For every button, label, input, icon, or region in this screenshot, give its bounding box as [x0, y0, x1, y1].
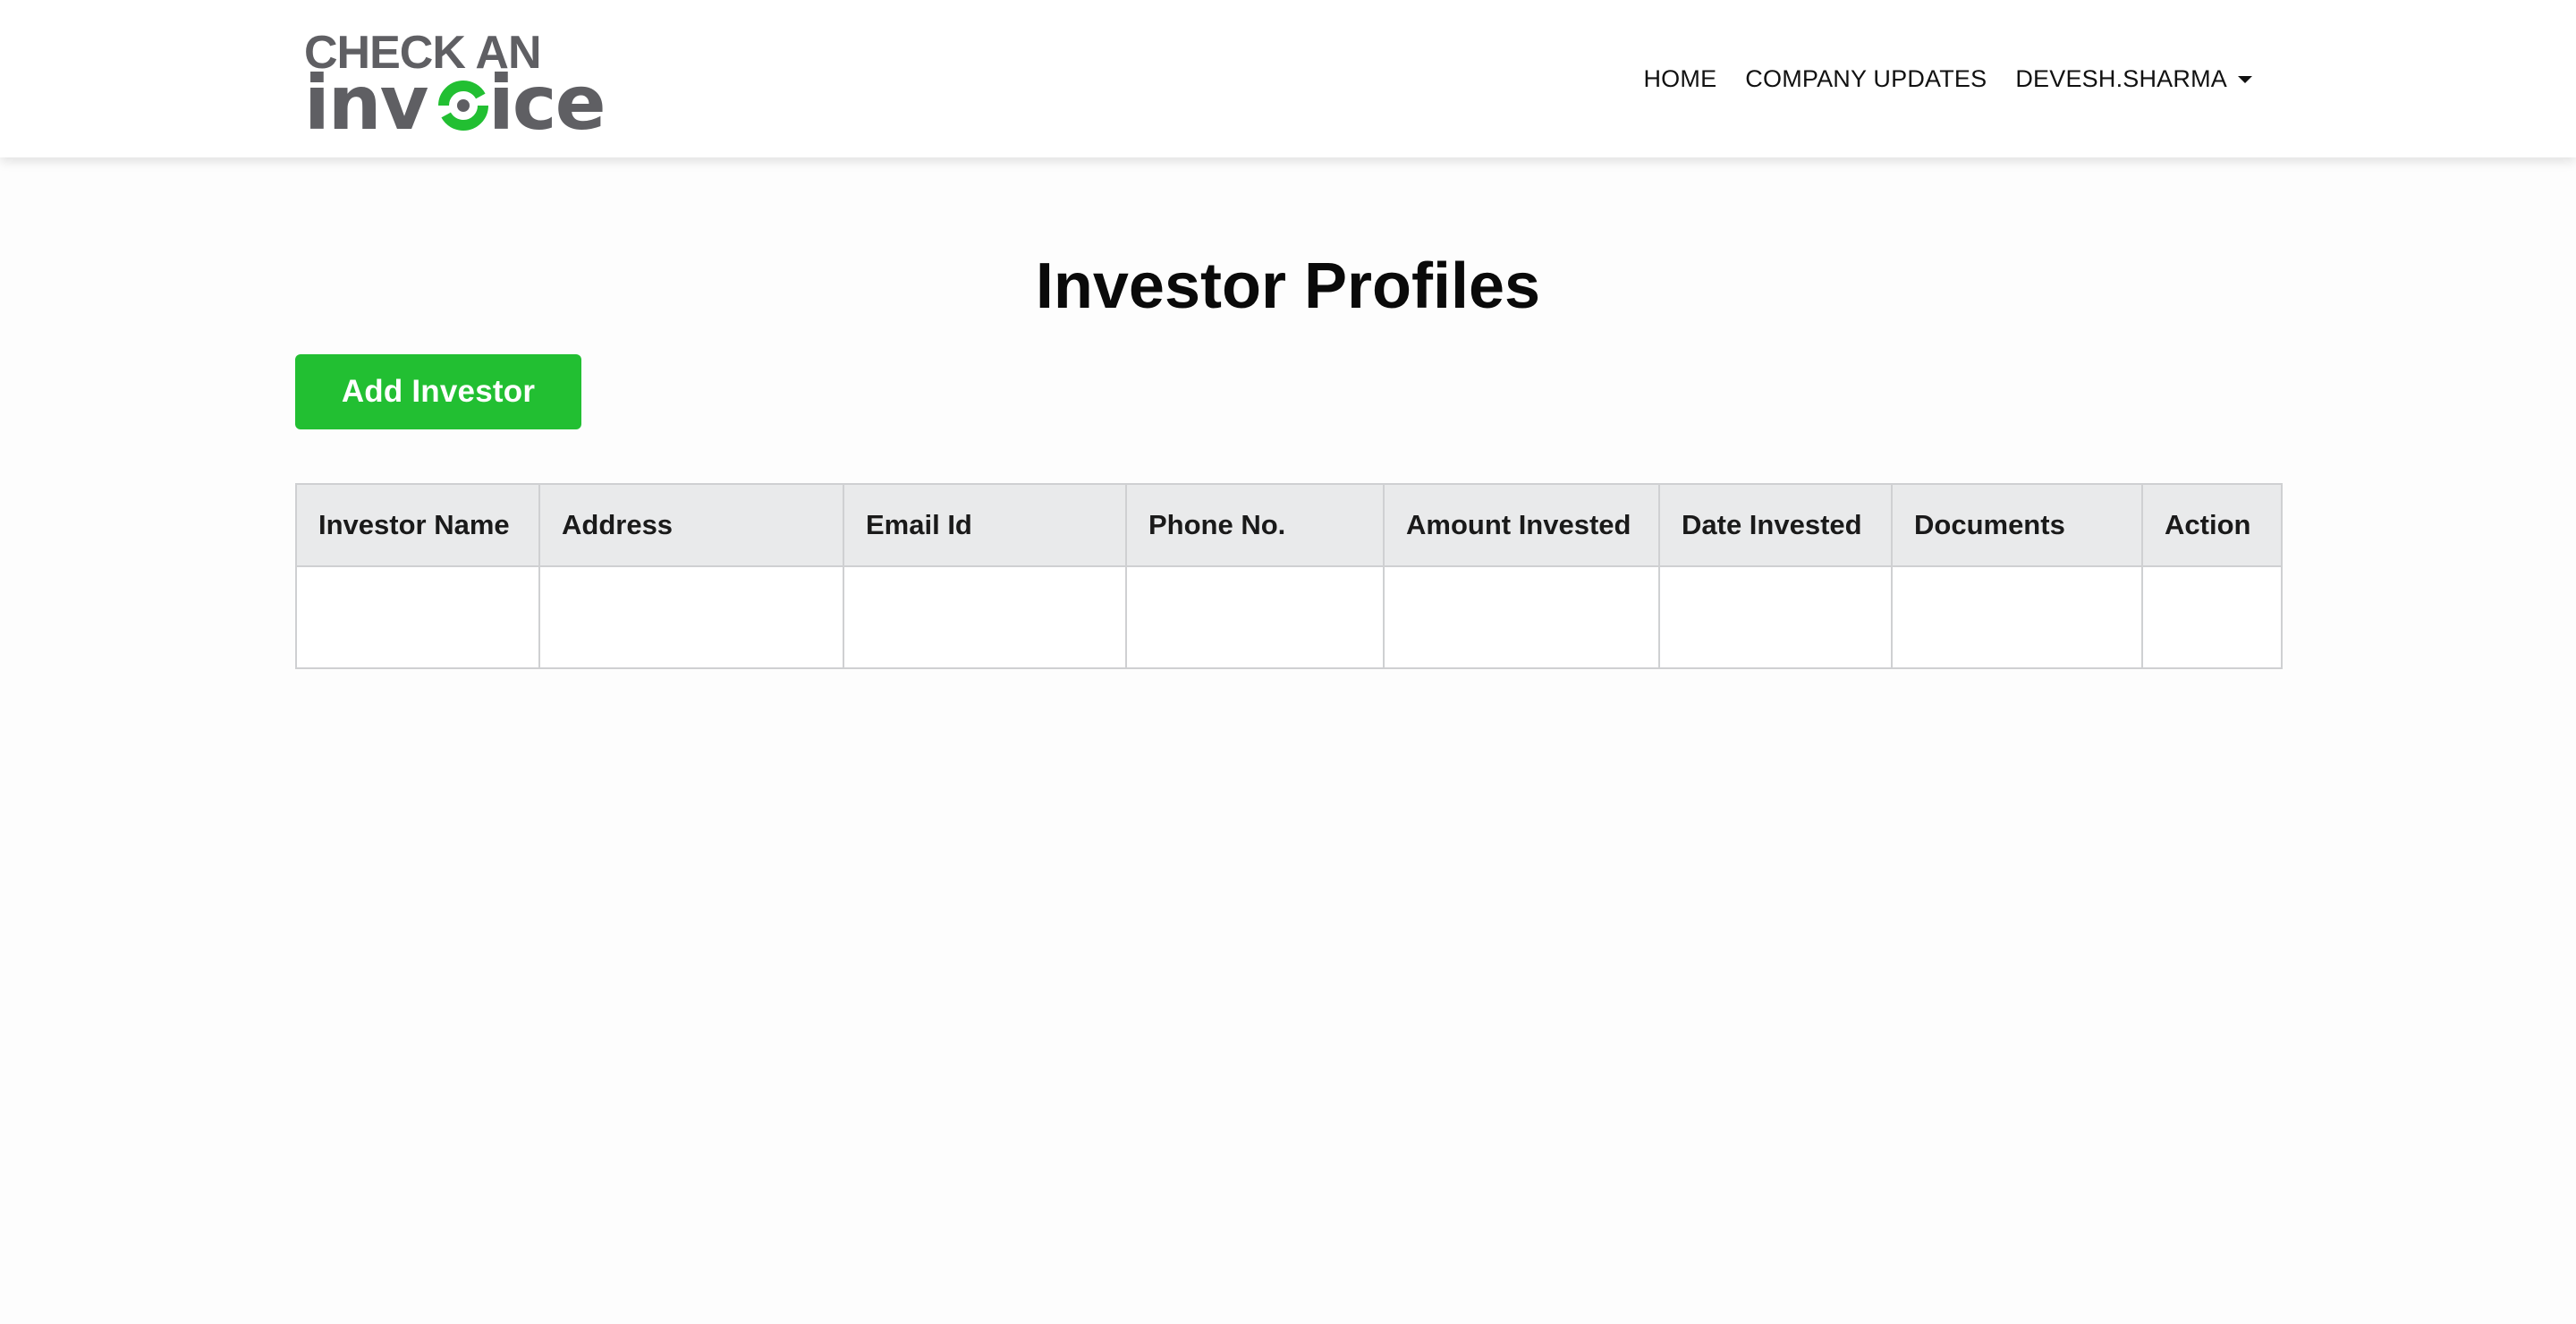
- logo-target-icon: [438, 81, 488, 131]
- nav-home[interactable]: HOME: [1629, 65, 1731, 93]
- brand-logo[interactable]: CHECK AN inv ice: [302, 23, 624, 138]
- table-cell: [1383, 565, 1660, 669]
- top-navbar: CHECK AN inv ice HOME COMPANY UPDATES DE…: [0, 0, 2576, 157]
- column-header-investor-name[interactable]: Investor Name: [295, 483, 540, 567]
- nav-company-updates[interactable]: COMPANY UPDATES: [1731, 65, 2001, 93]
- page-title: Investor Profiles: [1035, 250, 1541, 322]
- check-an-invoice-logo: CHECK AN inv ice: [304, 27, 606, 138]
- column-header-address[interactable]: Address: [538, 483, 844, 567]
- table-cell: [2141, 565, 2283, 669]
- table-cell: [1125, 565, 1385, 669]
- table-cell: [1658, 565, 1893, 669]
- table-cell: [538, 565, 844, 669]
- nav-company-updates-label: COMPANY UPDATES: [1745, 64, 1987, 92]
- table-cell: [295, 565, 540, 669]
- table-header-row: Investor Name Address Email Id Phone No.…: [295, 483, 2283, 567]
- column-header-date-invested[interactable]: Date Invested: [1658, 483, 1893, 567]
- column-header-amount-invested[interactable]: Amount Invested: [1383, 483, 1660, 567]
- column-header-documents[interactable]: Documents: [1891, 483, 2143, 567]
- investor-table: Investor Name Address Email Id Phone No.…: [295, 483, 2283, 669]
- table-cell: [843, 565, 1127, 669]
- user-menu-dropdown[interactable]: DEVESH.SHARMA: [2001, 65, 2267, 93]
- table-cell: [1891, 565, 2143, 669]
- logo-line2-part1: inv: [304, 59, 428, 138]
- logo-line2-part2: ice: [488, 59, 605, 138]
- add-investor-button[interactable]: Add Investor: [295, 354, 581, 429]
- user-menu-label: DEVESH.SHARMA: [2015, 64, 2227, 92]
- column-header-email-id[interactable]: Email Id: [843, 483, 1127, 567]
- main-nav: HOME COMPANY UPDATES DEVESH.SHARMA: [1629, 0, 2267, 157]
- nav-home-label: HOME: [1643, 64, 1717, 92]
- column-header-phone-no[interactable]: Phone No.: [1125, 483, 1385, 567]
- caret-down-icon: [2238, 76, 2252, 83]
- column-header-action[interactable]: Action: [2141, 483, 2283, 567]
- table-row: [295, 565, 2283, 669]
